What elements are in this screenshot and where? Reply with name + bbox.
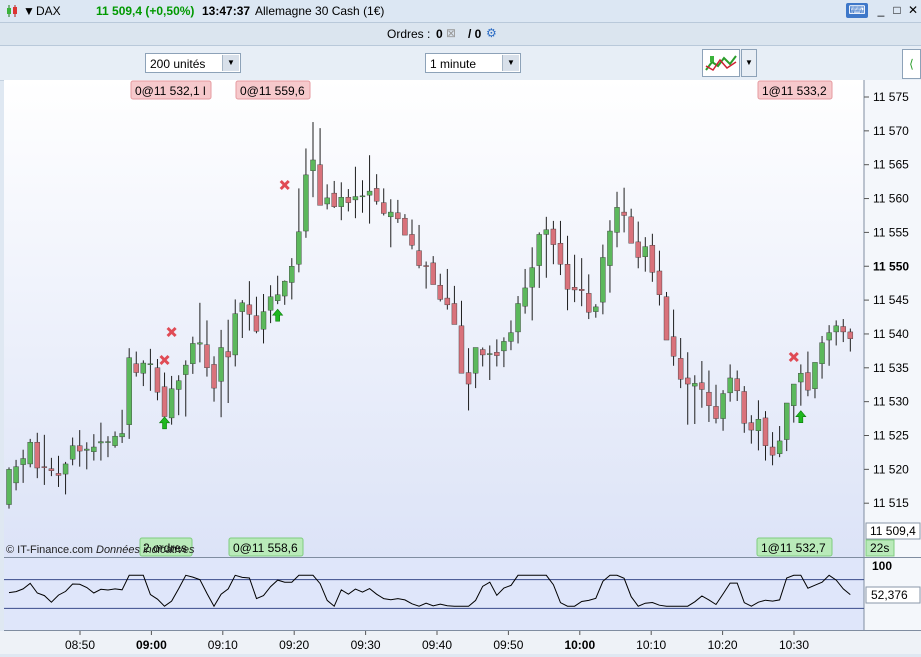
symbol-label[interactable]: DAX [36,4,61,18]
candlestick-icon [7,5,17,17]
order-tag-label: 1@11 532,7 [761,541,826,555]
order-tag-bottom-2[interactable]: 0@11 558,6 [228,537,304,557]
y-tick-label: 11 560 [873,192,909,206]
y-tick-label: 11 535 [873,361,909,375]
y-tick-label: 11 570 [873,124,909,138]
positions-count: / 0 [468,27,482,41]
quantity-select[interactable]: 200 unités ▼ [145,53,241,73]
chart-area: 11 575 11 570 11 565 11 560 11 555 11 550 11 5… [0,80,921,654]
y-tick-label: 11 550 [873,259,909,273]
countdown-badge: 22s [865,539,895,557]
y-tick-label: 11 530 [873,395,909,409]
candle [663,291,670,341]
y-tick-label: 11 555 [873,225,909,239]
y-tick-label: 11 575 [873,90,909,104]
cancel-orders-icon[interactable]: ⊠ [446,26,456,40]
close-button[interactable]: ✕ [904,3,921,18]
title-bar: ▼ DAX 11 509,4 (+0,50%) 13:47:37 Allemag… [0,0,921,23]
last-price-label: 11 509,4 [870,524,916,538]
orders-label: Ordres : [387,27,431,41]
settings-gears-icon[interactable]: ⚙ [486,26,497,40]
x-tick-label: 10:20 [708,638,738,652]
oscillator-value-marker: 52,376 [865,586,921,604]
orders-count: 0 [436,27,443,41]
instrument-name: Allemagne 30 Cash (1€) [255,4,385,18]
order-tag-label: 0@11 558,6 [233,541,298,555]
oscillator-panel [4,558,864,630]
x-tick-label: 09:10 [208,638,238,652]
side-panel-icon[interactable]: ⟨ [902,49,921,79]
price-chart[interactable]: 11 575 11 570 11 565 11 560 11 555 11 550 11 5… [0,80,921,654]
chart-toolbar: 200 unités ▼ 1 minute ▼ ▼ ⟨ [0,46,921,81]
y-tick-label: 11 515 [873,496,909,510]
x-tick-label: 09:00 [136,638,167,652]
x-tick-label: 09:20 [279,638,309,652]
price-plot-background [4,80,864,557]
chevron-down-icon[interactable]: ▼ [502,55,519,71]
order-tag-label: 0@11 559,6 [240,84,305,98]
x-tick-label: 10:30 [779,638,809,652]
copyright-text: © IT-Finance.com [6,544,93,556]
y-tick-label: 11 540 [873,327,909,341]
timeframe-value: 1 minute [430,57,477,71]
price-axis-panel [864,80,921,557]
timeframe-select[interactable]: 1 minute ▼ [425,53,521,73]
clock: 13:47:37 [202,4,251,18]
countdown-label: 22s [870,541,889,555]
y-tick-label: 11 545 [873,293,909,307]
y-tick-label: 11 565 [873,158,909,172]
order-tag-label: 0@11 532,1 l [135,84,206,98]
oscillator-scale-label: 100 [872,559,892,573]
symbol-dropdown-icon[interactable]: ▼ [23,4,35,18]
chart-type-dropdown[interactable]: ▼ [741,49,757,77]
x-tick-label: 09:30 [351,638,381,652]
order-tag-top-1[interactable]: 0@11 532,1 l [130,80,212,100]
y-tick-label: 11 520 [873,462,909,476]
order-tag-top-3[interactable]: 1@11 533,2 [757,80,833,100]
order-tag-bottom-3[interactable]: 1@11 532,7 [756,537,833,557]
y-tick-label: 11 525 [873,429,909,443]
x-tick-label: 10:10 [636,638,666,652]
x-tick-label: 09:50 [493,638,523,652]
candle [6,467,12,509]
price-change: 11 509,4 (+0,50%) [96,4,195,18]
candle [27,438,33,468]
x-tick-label: 08:50 [65,638,95,652]
x-tick-label: 09:40 [422,638,452,652]
chart-style-icon [705,55,737,71]
data-note: Données indicatives [96,544,195,556]
oscillator-value: 52,376 [871,588,908,602]
order-tag-label: 1@11 533,2 [762,84,827,98]
chevron-down-icon[interactable]: ▼ [222,55,239,71]
keyboard-icon[interactable]: ⌨ [846,3,868,18]
chart-type-button[interactable] [702,49,740,77]
quantity-value: 200 unités [150,57,206,71]
order-tag-top-2[interactable]: 0@11 559,6 [235,80,311,100]
last-price-marker: 11 509,4 [865,522,921,540]
x-tick-label: 10:00 [564,638,595,652]
orders-bar: Ordres : 0 ⊠ / 0 ⚙ [0,23,921,46]
